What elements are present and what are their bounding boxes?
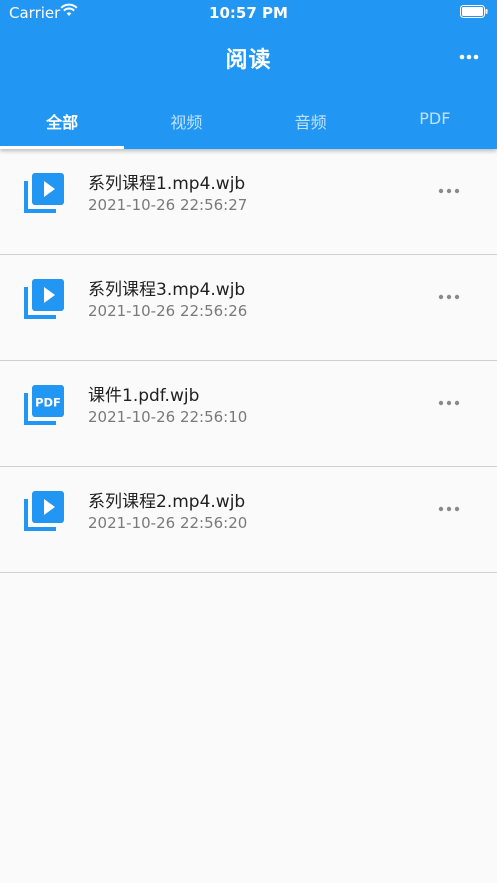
status-time: 10:57 PM xyxy=(209,4,288,22)
video-library-icon xyxy=(24,491,64,531)
file-timestamp: 2021-10-26 22:56:27 xyxy=(88,196,248,214)
tab-label: 视频 xyxy=(170,113,203,132)
tab-all[interactable]: 全部 xyxy=(0,96,124,149)
more-options-icon[interactable] xyxy=(437,398,461,408)
list-item[interactable]: 系列课程1.mp4.wjb 2021-10-26 22:56:27 xyxy=(0,149,497,255)
status-bar: Carrier 10:57 PM xyxy=(0,0,497,26)
tab-label: 全部 xyxy=(46,113,79,132)
tab-bar: 全部 视频 音频 PDF xyxy=(0,96,497,149)
pdf-icon: PDF xyxy=(24,385,64,425)
more-options-icon[interactable] xyxy=(437,292,461,302)
battery-icon xyxy=(460,5,488,18)
app-bar: Carrier 10:57 PM 阅读 全部 视频 音频 PDF xyxy=(0,0,497,149)
tab-label: PDF xyxy=(419,109,451,128)
tab-pdf[interactable]: PDF xyxy=(373,96,497,149)
file-list: 系列课程1.mp4.wjb 2021-10-26 22:56:27 系列课程3.mp… xyxy=(0,149,497,573)
file-name: 系列课程1.mp4.wjb xyxy=(88,174,246,194)
page-title: 阅读 xyxy=(225,48,272,73)
file-timestamp: 2021-10-26 22:56:26 xyxy=(88,302,248,320)
file-name: 系列课程2.mp4.wjb xyxy=(88,492,246,512)
tab-label: 音频 xyxy=(294,113,327,132)
list-item[interactable]: 系列课程3.mp4.wjb 2021-10-26 22:56:26 xyxy=(0,255,497,361)
file-timestamp: 2021-10-26 22:56:10 xyxy=(88,408,248,426)
list-item[interactable]: PDF 课件1.pdf.wjb 2021-10-26 22:56:10 xyxy=(0,361,497,467)
file-name: 系列课程3.mp4.wjb xyxy=(88,280,246,300)
video-library-icon xyxy=(24,173,64,213)
more-options-icon[interactable] xyxy=(437,504,461,514)
file-name: 课件1.pdf.wjb xyxy=(88,386,200,406)
more-options-icon[interactable] xyxy=(437,186,461,196)
more-horiz-icon[interactable] xyxy=(459,50,479,64)
pdf-icon-label: PDF xyxy=(35,396,61,410)
file-timestamp: 2021-10-26 22:56:20 xyxy=(88,514,248,532)
tab-audio[interactable]: 音频 xyxy=(249,96,373,149)
list-item[interactable]: 系列课程2.mp4.wjb 2021-10-26 22:56:20 xyxy=(0,467,497,573)
tab-video[interactable]: 视频 xyxy=(124,96,248,149)
video-library-icon xyxy=(24,279,64,319)
